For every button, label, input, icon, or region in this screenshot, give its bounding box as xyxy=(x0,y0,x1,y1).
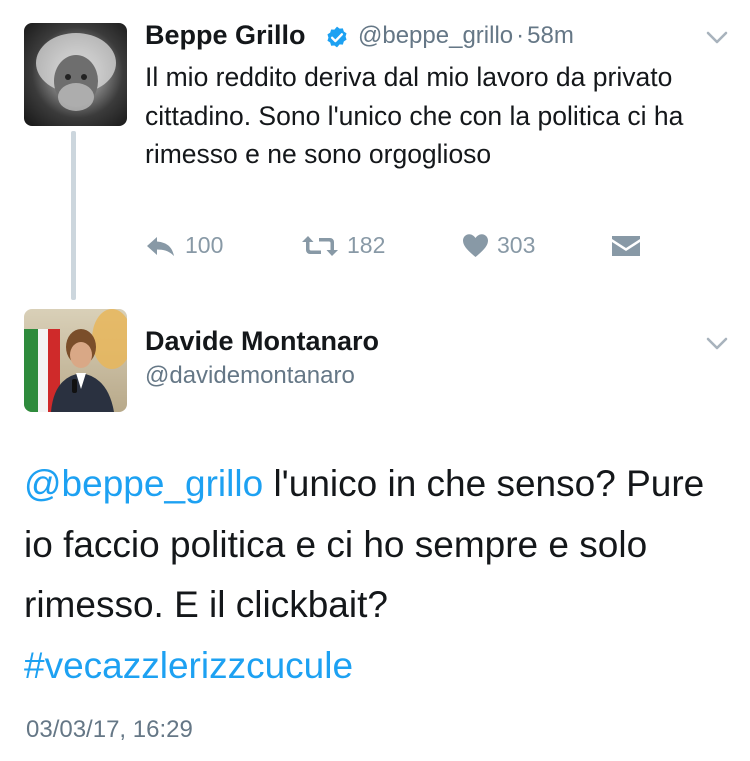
author-handle[interactable]: @beppe_grillo xyxy=(358,22,513,49)
message-action[interactable] xyxy=(611,235,641,257)
reply-icon xyxy=(147,236,174,256)
author-handle-and-time: @beppe_grillo · 58m xyxy=(358,22,574,50)
avatar-portrait xyxy=(36,33,116,111)
chevron-down-icon[interactable] xyxy=(706,31,728,45)
hashtag-link[interactable]: #vecazzlerizzcucule xyxy=(24,645,353,686)
tweet-timestamp[interactable]: 03/03/17, 16:29 xyxy=(26,716,193,744)
retweet-action[interactable]: 182 xyxy=(301,232,385,259)
retweet-icon xyxy=(302,235,338,256)
like-count: 303 xyxy=(497,232,536,258)
avatar-davide-montanaro[interactable] xyxy=(24,309,127,412)
tweet-time[interactable]: 58m xyxy=(527,22,574,49)
reply-count: 100 xyxy=(185,232,224,258)
retweet-count: 182 xyxy=(347,232,386,258)
thread-connector-line xyxy=(71,131,76,300)
author-handle[interactable]: @davidemontanaro xyxy=(145,362,355,390)
message-icon xyxy=(612,236,640,256)
like-icon xyxy=(463,234,488,257)
tweet-text: Il mio reddito deriva dal mio lavoro da … xyxy=(145,62,684,169)
author-name[interactable]: Davide Montanaro xyxy=(145,326,379,357)
author-name[interactable]: Beppe Grillo xyxy=(145,20,306,51)
chevron-down-icon[interactable] xyxy=(706,337,728,351)
reply-action[interactable]: 100 xyxy=(145,232,223,259)
mention-link[interactable]: @beppe_grillo xyxy=(24,463,263,504)
verified-icon xyxy=(327,26,347,48)
time-separator: · xyxy=(516,22,525,49)
avatar-beppe-grillo[interactable] xyxy=(24,23,127,126)
avatar-portrait xyxy=(24,309,127,412)
tweet-text: @beppe_grillo l'unico in che senso? Pure… xyxy=(24,454,734,696)
like-action[interactable]: 303 xyxy=(462,232,535,259)
